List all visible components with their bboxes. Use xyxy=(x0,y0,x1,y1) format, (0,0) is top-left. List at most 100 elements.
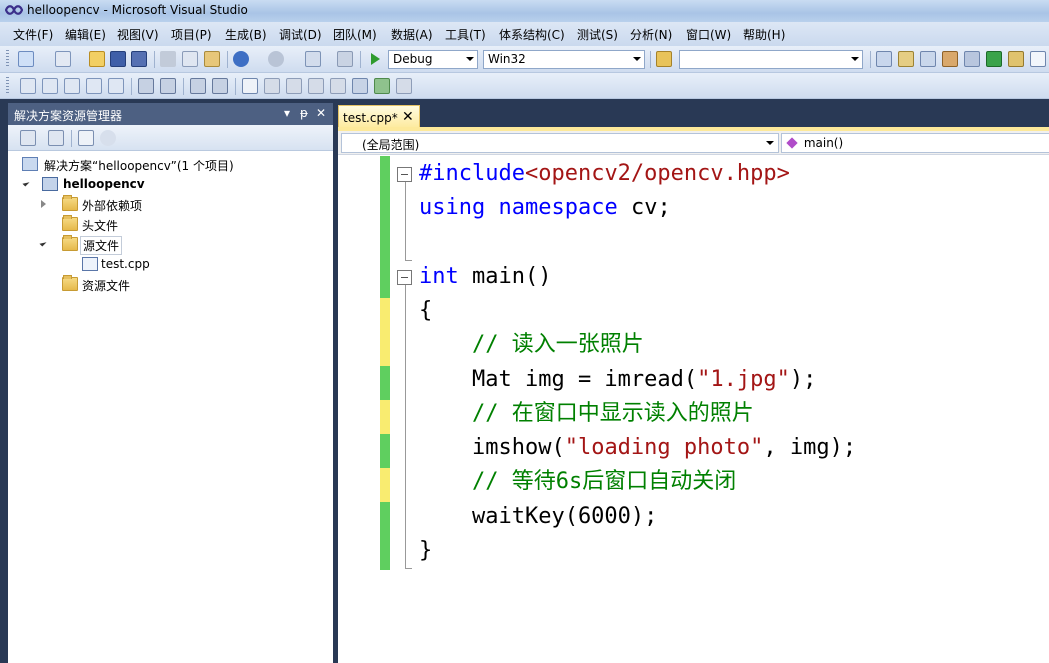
toolbar-grip[interactable] xyxy=(6,77,9,95)
tree-item-source-files[interactable]: 源文件 xyxy=(22,235,322,255)
collapse-region-icon[interactable] xyxy=(397,270,412,285)
toolbar-separator xyxy=(154,51,155,68)
auto-hide-pin-icon[interactable]: ᵽ xyxy=(300,106,308,120)
platform-value: Win32 xyxy=(488,52,526,66)
window-position-dropdown-icon[interactable]: ▾ xyxy=(284,106,290,120)
toggle-bookmark-icon[interactable] xyxy=(242,78,258,94)
save-icon[interactable] xyxy=(110,51,126,67)
team-explorer-icon[interactable] xyxy=(1008,51,1024,67)
close-icon[interactable]: ✕ xyxy=(316,106,326,120)
next-bookmark-icon[interactable] xyxy=(286,78,302,94)
display-word-completion-icon[interactable] xyxy=(108,78,124,94)
next-bookmark-in-folder-icon[interactable] xyxy=(330,78,346,94)
close-tab-icon[interactable]: ✕ xyxy=(402,109,414,125)
solution-platform-select[interactable]: Win32 xyxy=(483,50,645,69)
string-literal: "1.jpg" xyxy=(697,367,790,392)
navigate-backward-icon[interactable] xyxy=(305,51,321,67)
menu-window[interactable]: 窗口(W) xyxy=(686,26,731,43)
collapse-arrow-icon[interactable] xyxy=(39,239,47,247)
code-line-4: int main() xyxy=(419,263,551,291)
solution-configuration-select[interactable]: Debug xyxy=(388,50,478,69)
redo-icon[interactable] xyxy=(268,51,284,67)
class-view-icon[interactable] xyxy=(100,130,116,146)
code-text: Mat img = imread( xyxy=(419,367,698,392)
tab-test-cpp[interactable]: test.cpp* ✕ xyxy=(338,105,420,129)
folder-icon xyxy=(62,195,78,211)
clear-bookmarks-icon[interactable] xyxy=(396,78,412,94)
tree-item-solution[interactable]: 解决方案“helloopencv”(1 个项目) xyxy=(22,155,322,173)
member-list-icon[interactable] xyxy=(20,78,36,94)
menu-view[interactable]: 视图(V) xyxy=(117,26,159,43)
window-title: helloopencv - Microsoft Visual Studio xyxy=(27,3,248,17)
menu-edit[interactable]: 编辑(E) xyxy=(65,26,106,43)
start-page-icon[interactable] xyxy=(986,51,1002,67)
find-combo[interactable] xyxy=(679,50,863,69)
menu-help[interactable]: 帮助(H) xyxy=(743,26,785,43)
start-debugging-icon[interactable] xyxy=(367,51,383,67)
menu-build[interactable]: 生成(B) xyxy=(225,26,267,43)
code-text: , img); xyxy=(763,435,857,460)
complete-word-icon[interactable] xyxy=(86,78,102,94)
tree-item-project[interactable]: helloopencv xyxy=(22,175,322,193)
new-project-icon[interactable] xyxy=(18,51,34,67)
previous-bookmark-in-folder-icon[interactable] xyxy=(308,78,324,94)
tree-item-test-cpp[interactable]: test.cpp xyxy=(22,255,322,273)
code-text: { xyxy=(419,298,433,323)
toolbox-icon[interactable] xyxy=(942,51,958,67)
collapse-region-icon[interactable] xyxy=(397,167,412,182)
menu-file[interactable]: 文件(F) xyxy=(13,26,53,43)
tree-item-header-files[interactable]: 头文件 xyxy=(22,215,322,233)
save-all-icon[interactable] xyxy=(131,51,147,67)
menu-analyze[interactable]: 分析(N) xyxy=(630,26,672,43)
menu-architecture[interactable]: 体系结构(C) xyxy=(499,26,565,43)
menu-project[interactable]: 项目(P) xyxy=(171,26,212,43)
tree-item-resource-files[interactable]: 资源文件 xyxy=(22,275,322,293)
refresh-icon[interactable] xyxy=(78,130,94,146)
show-all-files-icon[interactable] xyxy=(48,130,64,146)
member-select[interactable]: main() xyxy=(781,133,1049,153)
previous-bookmark-icon[interactable] xyxy=(264,78,280,94)
cut-icon[interactable] xyxy=(160,51,176,67)
collapse-arrow-icon[interactable] xyxy=(22,179,30,187)
open-file-icon[interactable] xyxy=(89,51,105,67)
toolbar-separator xyxy=(650,51,651,68)
scope-select[interactable]: (全局范围) xyxy=(341,133,779,153)
quick-info-icon[interactable] xyxy=(64,78,80,94)
undo-icon[interactable] xyxy=(233,51,249,67)
object-browser-icon[interactable] xyxy=(920,51,936,67)
document-tab-strip: test.cpp* ✕ xyxy=(338,103,1049,129)
comment-lines-icon[interactable] xyxy=(190,78,206,94)
code-text: waitKey(6000); xyxy=(419,504,658,529)
tree-item-external-dependencies[interactable]: 外部依赖项 xyxy=(22,195,322,213)
navigate-forward-icon[interactable] xyxy=(337,51,353,67)
toolbar-grip[interactable] xyxy=(6,50,9,68)
code-area[interactable]: #include<opencv2/opencv.hpp> using names… xyxy=(338,156,1049,663)
toolbar-separator xyxy=(71,130,72,147)
add-item-icon[interactable] xyxy=(55,51,71,67)
menu-debug[interactable]: 调试(D) xyxy=(279,26,322,43)
code-line-8: // 在窗口中显示读入的照片 xyxy=(419,400,754,428)
menu-test[interactable]: 测试(S) xyxy=(577,26,618,43)
outline-guide xyxy=(405,568,412,569)
parameter-info-icon[interactable] xyxy=(42,78,58,94)
menu-tools[interactable]: 工具(T) xyxy=(445,26,486,43)
next-bookmark-in-document-icon[interactable] xyxy=(374,78,390,94)
extension-manager-icon[interactable] xyxy=(964,51,980,67)
increase-indent-icon[interactable] xyxy=(160,78,176,94)
solution-tree: 解决方案“helloopencv”(1 个项目) helloopencv 外部依… xyxy=(8,151,333,663)
paste-icon[interactable] xyxy=(204,51,220,67)
tree-item-label: 头文件 xyxy=(82,219,119,233)
decrease-indent-icon[interactable] xyxy=(138,78,154,94)
uncomment-lines-icon[interactable] xyxy=(212,78,228,94)
menu-data[interactable]: 数据(A) xyxy=(391,26,433,43)
copy-icon[interactable] xyxy=(182,51,198,67)
properties-icon[interactable] xyxy=(20,130,36,146)
menu-team[interactable]: 团队(M) xyxy=(333,26,377,43)
properties-icon[interactable] xyxy=(898,51,914,67)
expand-arrow-icon[interactable] xyxy=(41,200,46,208)
command-window-icon[interactable] xyxy=(1030,51,1046,67)
previous-bookmark-in-document-icon[interactable] xyxy=(352,78,368,94)
find-in-files-icon[interactable] xyxy=(656,51,672,67)
keyword: int xyxy=(419,264,459,289)
solution-explorer-icon[interactable] xyxy=(876,51,892,67)
